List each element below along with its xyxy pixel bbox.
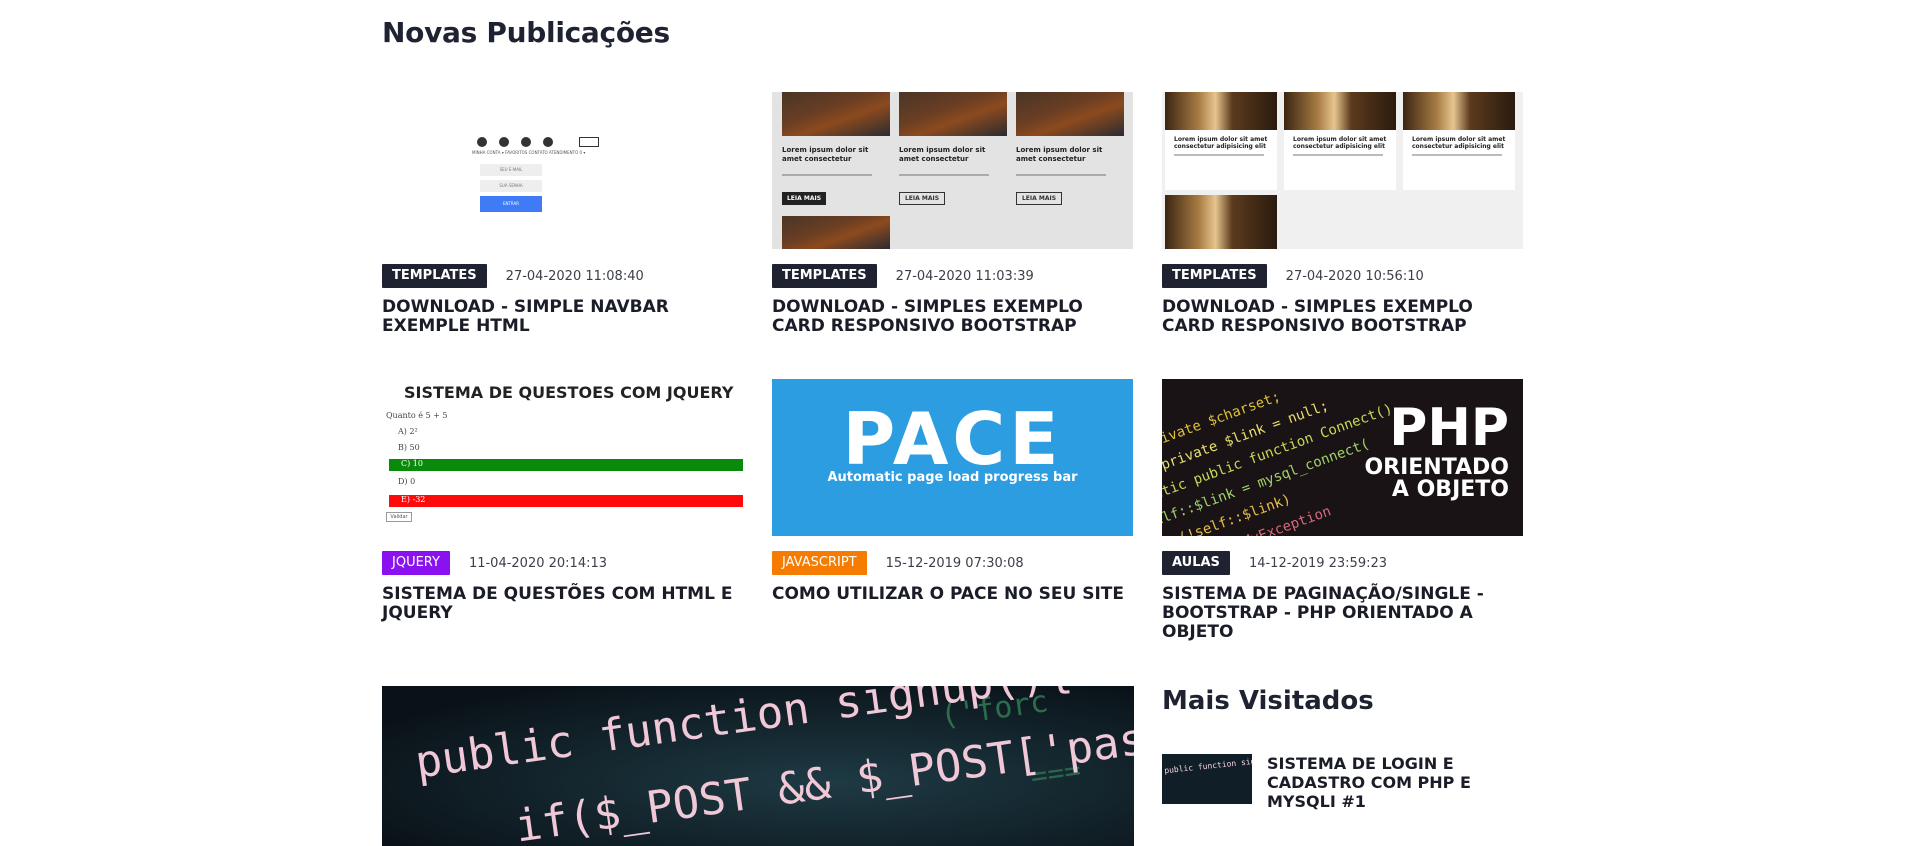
preview-image xyxy=(1284,92,1396,130)
preview-option: A) 2² xyxy=(398,427,418,436)
post-title[interactable]: SISTEMA DE QUESTÕES COM HTML E JQUERY xyxy=(382,585,743,623)
navbar-labels: MINHA CONTA ▾ FAVORITOS CONTATO ATENDIME… xyxy=(472,150,585,155)
category-badge[interactable]: AULAS xyxy=(1162,551,1230,575)
post-date: 14-12-2019 23:59:23 xyxy=(1248,555,1388,571)
user-icon xyxy=(477,137,487,147)
category-badge[interactable]: TEMPLATES xyxy=(1162,264,1267,288)
preview-validate-button: Validar xyxy=(386,512,412,522)
preview-option-wrong: E) -32 xyxy=(389,495,743,507)
post-title[interactable]: DOWNLOAD - SIMPLES EXEMPLO CARD RESPONSI… xyxy=(772,298,1133,336)
featured-post-image[interactable]: ('forc === public function signup(){ if(… xyxy=(382,686,1134,846)
preview-login-button: ENTRAR xyxy=(480,196,542,212)
most-visited-item[interactable]: public function signup(){ SISTEMA DE LOG… xyxy=(1162,754,1522,814)
preview-card-title: Lorem ipsum dolor sit amet consectetur xyxy=(899,146,986,163)
post-thumbnail[interactable]: ic private $charset; tic private $link =… xyxy=(1162,379,1523,536)
post-thumbnail[interactable]: Lorem ipsum dolor sit amet consectetur a… xyxy=(1162,92,1523,249)
preview-image xyxy=(782,216,890,249)
preview-card-title: Lorem ipsum dolor sit amet consectetur a… xyxy=(1293,136,1387,150)
post-thumbnail[interactable]: PACE Automatic page load progress bar xyxy=(772,379,1133,536)
post-title[interactable]: SISTEMA DE PAGINAÇÃO/SINGLE - BOOTSTRAP … xyxy=(1162,585,1523,642)
navbar-preview xyxy=(477,137,599,147)
preview-image xyxy=(1403,92,1515,130)
preview-option-correct: C) 10 xyxy=(389,459,743,471)
preview-option: D) 0 xyxy=(398,477,416,486)
section-title: Novas Publicações xyxy=(382,16,670,49)
preview-label: 0 ▾ xyxy=(579,150,586,155)
category-badge[interactable]: JAVASCRIPT xyxy=(772,551,867,575)
preview-text-line xyxy=(782,174,872,176)
preview-pace-logo: PACE xyxy=(842,397,1063,481)
preview-question: Quanto é 5 + 5 xyxy=(386,411,448,420)
preview-subtitle: Automatic page load progress bar xyxy=(827,470,1078,485)
thumbnail-code: public function signup(){ xyxy=(1163,754,1252,776)
post-card[interactable]: Lorem ipsum dolor sit amet consectetur a… xyxy=(1162,92,1523,336)
post-date: 11-04-2020 20:14:13 xyxy=(468,555,608,571)
preview-card-title: Lorem ipsum dolor sit amet consectetur a… xyxy=(1174,136,1268,150)
post-card[interactable]: Lorem ipsum dolor sit amet consectetur L… xyxy=(772,92,1133,336)
post-meta: TEMPLATES 27-04-2020 11:08:40 xyxy=(382,264,743,288)
preview-card-title: Lorem ipsum dolor sit amet consectetur xyxy=(1016,146,1103,163)
preview-card-title: Lorem ipsum dolor sit amet consectetur xyxy=(782,146,869,163)
preview-subtitle-line: A OBJETO xyxy=(1391,477,1509,502)
post-meta: TEMPLATES 27-04-2020 10:56:10 xyxy=(1162,264,1523,288)
preview-label: CONTATO xyxy=(528,150,548,155)
preview-email-field: SEU E-MAIL xyxy=(480,164,542,176)
post-meta: TEMPLATES 27-04-2020 11:03:39 xyxy=(772,264,1133,288)
post-card[interactable]: PACE Automatic page load progress bar JA… xyxy=(772,379,1133,604)
preview-read-more-button: LEIA MAIS xyxy=(1016,192,1062,205)
category-badge[interactable]: TEMPLATES xyxy=(382,264,487,288)
post-meta: JAVASCRIPT 15-12-2019 07:30:08 xyxy=(772,551,1133,575)
preview-label: MINHA CONTA ▾ xyxy=(472,150,504,155)
preview-subtitle: ORIENTADO A OBJETO xyxy=(1364,457,1509,501)
contact-icon xyxy=(521,137,531,147)
preview-read-more-button: LEIA MAIS xyxy=(899,192,945,205)
post-date: 27-04-2020 11:03:39 xyxy=(895,268,1034,284)
most-visited-sidebar: Mais Visitados public function signup(){… xyxy=(1162,686,1522,811)
post-date: 27-04-2020 11:08:40 xyxy=(505,268,644,284)
preview-option: B) 50 xyxy=(398,443,420,452)
preview-image xyxy=(1016,92,1124,136)
help-icon xyxy=(543,137,553,147)
preview-text-line xyxy=(899,174,989,176)
post-title[interactable]: DOWNLOAD - SIMPLE NAVBAR EXEMPLE HTML xyxy=(382,298,743,336)
most-visited-title[interactable]: SISTEMA DE LOGIN E CADASTRO COM PHP E MY… xyxy=(1267,754,1507,811)
category-badge[interactable]: TEMPLATES xyxy=(772,264,877,288)
preview-image xyxy=(899,92,1007,136)
preview-subtitle-line: ORIENTADO xyxy=(1364,455,1509,480)
preview-text-line xyxy=(1174,154,1264,156)
heart-icon xyxy=(499,137,509,147)
preview-heading: SISTEMA DE QUESTOES COM JQUERY xyxy=(404,383,734,402)
preview-text-line xyxy=(1293,154,1383,156)
post-card[interactable]: ic private $charset; tic private $link =… xyxy=(1162,379,1523,642)
post-card[interactable]: MINHA CONTA ▾ FAVORITOS CONTATO ATENDIME… xyxy=(382,92,743,336)
sidebar-title: Mais Visitados xyxy=(1162,686,1374,716)
post-thumbnail[interactable]: MINHA CONTA ▾ FAVORITOS CONTATO ATENDIME… xyxy=(382,92,743,249)
preview-password-field: SUA SENHA xyxy=(480,180,542,192)
post-thumbnail[interactable]: Lorem ipsum dolor sit amet consectetur L… xyxy=(772,92,1133,249)
post-thumbnail[interactable]: SISTEMA DE QUESTOES COM JQUERY Quanto é … xyxy=(382,379,743,536)
preview-text-line xyxy=(1016,174,1106,176)
preview-image xyxy=(782,92,890,136)
category-badge[interactable]: JQUERY xyxy=(382,551,450,575)
cart-icon xyxy=(579,137,599,147)
preview-label: ATENDIMENTO xyxy=(549,150,579,155)
preview-read-more-button: LEIA MAIS xyxy=(782,192,826,205)
preview-card-title: Lorem ipsum dolor sit amet consectetur a… xyxy=(1412,136,1506,150)
most-visited-thumbnail[interactable]: public function signup(){ xyxy=(1162,754,1252,804)
post-title[interactable]: COMO UTILIZAR O PACE NO SEU SITE xyxy=(772,585,1133,604)
post-meta: JQUERY 11-04-2020 20:14:13 xyxy=(382,551,743,575)
post-date: 27-04-2020 10:56:10 xyxy=(1285,268,1424,284)
post-meta: AULAS 14-12-2019 23:59:23 xyxy=(1162,551,1523,575)
preview-label: FAVORITOS xyxy=(505,150,528,155)
post-title[interactable]: DOWNLOAD - SIMPLES EXEMPLO CARD RESPONSI… xyxy=(1162,298,1523,336)
post-card[interactable]: SISTEMA DE QUESTOES COM JQUERY Quanto é … xyxy=(382,379,743,623)
preview-image xyxy=(1165,92,1277,130)
preview-text-line xyxy=(1412,154,1502,156)
post-date: 15-12-2019 07:30:08 xyxy=(885,555,1024,571)
preview-php-title: PHP xyxy=(1389,398,1509,458)
preview-image xyxy=(1165,195,1277,249)
